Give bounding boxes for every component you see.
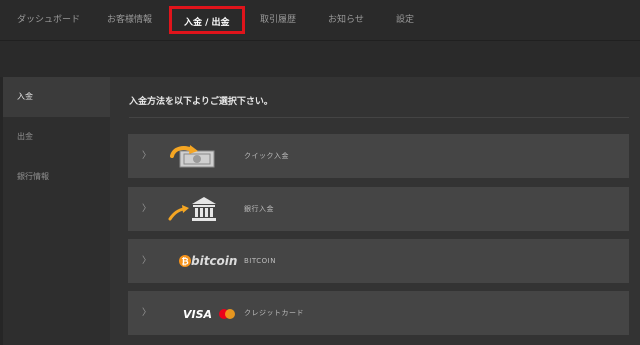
sidebar-item-withdrawal[interactable]: 出金 [3,117,110,157]
chevron-right-icon: 〉 [142,308,152,318]
page-heading: 入金方法を以下よりご選択下さい。 [129,97,273,107]
method-card-quick-deposit[interactable]: 〉 クイック入金 [128,134,629,178]
method-label: クレジットカード [244,309,304,317]
visa-logo-text: VISA [183,308,212,321]
sidebar-item-bank-info[interactable]: 銀行情報 [3,157,110,197]
bitcoin-logo-text: bitcoin [191,254,237,268]
nav-item-settings[interactable]: 設定 [396,0,414,40]
header-band [0,41,640,77]
chevron-right-icon: 〉 [142,151,152,161]
bitcoin-logo: ₿ bitcoin [160,247,240,275]
chevron-right-icon: 〉 [142,204,152,214]
nav-item-transaction-history[interactable]: 取引履歴 [260,0,296,40]
chevron-right-icon: 〉 [142,256,152,266]
method-card-credit-card[interactable]: 〉 VISA クレジットカード [128,291,629,335]
nav-item-deposit-withdrawal[interactable]: 入金 / 出金 [169,6,245,34]
sidebar: 入金 出金 銀行情報 [3,77,110,345]
method-card-bitcoin[interactable]: 〉 ₿ bitcoin BITCOIN [128,239,629,283]
method-label: 銀行入金 [244,205,274,213]
visa-mastercard-logo: VISA [160,299,240,327]
method-card-bank-deposit[interactable]: 〉 銀行入金 [128,187,629,231]
nav-item-notices[interactable]: お知らせ [328,0,364,40]
nav-item-dashboard[interactable]: ダッシュボード [17,0,80,40]
main-panel: 入金方法を以下よりご選択下さい。 〉 クイック入金 〉 銀行入金 〉 ₿ bit… [110,77,640,345]
cash-transfer-icon [160,142,240,170]
divider [129,117,629,118]
bank-icon [160,195,240,223]
method-label: クイック入金 [244,152,289,160]
top-navigation: ダッシュボード お客様情報 入金 / 出金 取引履歴 お知らせ 設定 [0,0,640,41]
nav-item-customer-info[interactable]: お客様情報 [107,0,152,40]
sidebar-item-deposit[interactable]: 入金 [3,77,110,117]
svg-text:₿: ₿ [181,257,188,268]
method-label: BITCOIN [244,257,276,265]
